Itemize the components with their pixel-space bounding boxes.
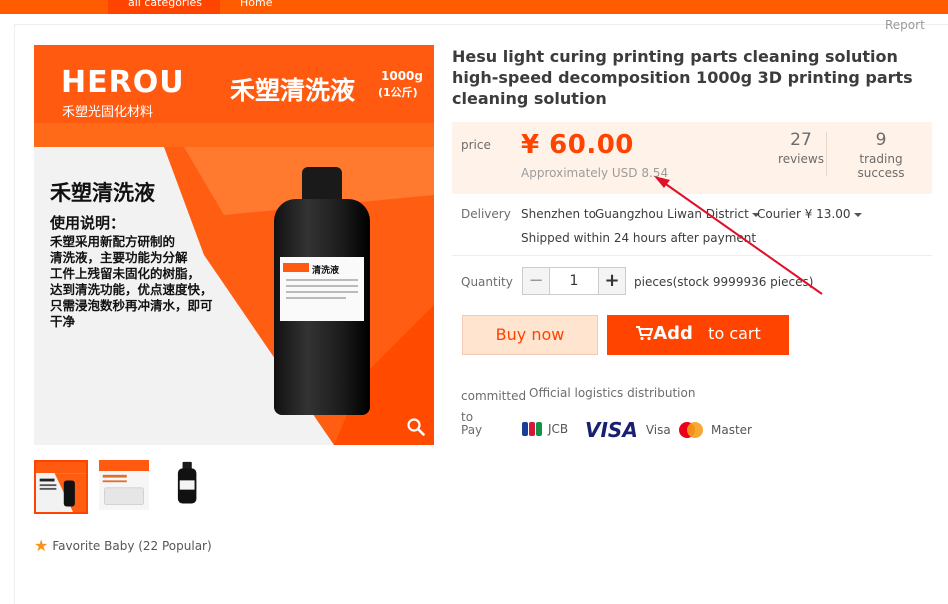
all-categories-tab[interactable]: all categories <box>108 0 220 14</box>
add-text: Add <box>653 323 693 344</box>
thumbnail-2[interactable] <box>99 460 153 514</box>
reviews-label: reviews <box>778 152 824 166</box>
courier-text: Courier ¥ 13.00 <box>757 207 851 221</box>
bottle-label: 清洗液 <box>312 266 340 276</box>
shipping-note: Shipped within 24 hours after payment <box>521 231 757 245</box>
thumbnail-1-art <box>36 462 86 512</box>
star-icon: ★ <box>34 536 49 555</box>
payment-master: Master <box>677 421 752 439</box>
favorite-row[interactable]: ★ Favorite Baby (22 Popular) <box>34 536 212 555</box>
favorite-text: Favorite Baby (22 Popular) <box>52 538 212 553</box>
banner-weight: 1000g <box>381 69 423 83</box>
banner-title: 禾塑清洗液 <box>230 76 356 105</box>
jcb-icon <box>522 422 542 436</box>
buy-now-button[interactable]: Buy now <box>462 315 598 355</box>
brand-logo: HEROU <box>61 65 185 100</box>
price-usd: Approximately USD 8.54 <box>521 166 669 180</box>
reviews-count: 27 <box>790 130 812 150</box>
price-label: price <box>461 138 491 152</box>
thumbnail-1[interactable] <box>34 460 88 514</box>
thumbnail-3[interactable] <box>164 460 218 514</box>
stat-divider <box>826 132 827 176</box>
stock-text: pieces(stock 9999936 pieces) <box>634 275 814 289</box>
delivery-from: Shenzhen to <box>521 207 596 221</box>
payment-visa: VISA Visa <box>585 418 671 442</box>
trades-stat: 9 trading success <box>835 130 927 180</box>
thumbnail-3-art <box>164 460 214 510</box>
image-heading: 禾塑清洗液 <box>50 181 155 205</box>
quantity-increase-button[interactable]: + <box>598 267 626 295</box>
jcb-label: JCB <box>548 422 569 436</box>
price-box: price ¥ 60.00 Approximately USD 8.54 27 … <box>452 122 932 194</box>
mastercard-icon <box>679 422 703 438</box>
payment-jcb: JCB <box>522 421 568 437</box>
report-link[interactable]: Report <box>885 18 925 32</box>
chevron-down-icon <box>853 212 862 217</box>
delivery-destination-select[interactable]: Guangzhou Liwan District <box>595 207 760 221</box>
commitment-value: Official logistics distribution <box>529 386 696 400</box>
usage-text: 禾塑采用新配方研制的 清洗液，主要功能为分解 工件上残留未固化的树脂， 达到清洗… <box>50 234 213 329</box>
home-link[interactable]: Home <box>240 0 272 14</box>
quantity-input[interactable]: 1 <box>549 267 599 295</box>
pay-label: Pay <box>461 423 483 437</box>
trades-count: 9 <box>875 130 887 150</box>
add-to-cart-button[interactable]: Add to cart <box>607 315 789 355</box>
main-product-image[interactable]: HEROU 禾塑光固化材料 禾塑清洗液 1000g (1公斤) 禾塑清洗液 使用… <box>34 45 434 445</box>
zoom-magnifier-icon[interactable] <box>406 417 426 437</box>
usage-title: 使用说明： <box>50 214 126 232</box>
quantity-decrease-button[interactable]: − <box>522 267 550 295</box>
quantity-label: Quantity <box>461 275 513 289</box>
delivery-destination-text: Guangzhou Liwan District <box>595 207 749 221</box>
master-label: Master <box>711 423 752 437</box>
reviews-stat[interactable]: 27 reviews <box>778 130 824 166</box>
bottle-image: 清洗液 <box>274 167 370 417</box>
delivery-label: Delivery <box>461 207 511 221</box>
cart-icon <box>636 326 654 341</box>
courier-select[interactable]: Courier ¥ 13.00 <box>757 207 862 221</box>
product-title: Hesu light curing printing parts cleanin… <box>452 47 913 108</box>
committed-label: committed to <box>461 389 527 424</box>
visa-logo: VISA <box>585 418 638 442</box>
price-value: ¥ 60.00 <box>521 130 634 160</box>
to-cart-text: to cart <box>708 324 761 343</box>
visa-label: Visa <box>645 423 671 437</box>
top-nav-bar: all categories Home <box>0 0 948 14</box>
trades-label: trading success <box>857 152 905 180</box>
thumbnail-2-art <box>99 460 149 510</box>
banner-weight-sub: (1公斤) <box>378 86 418 99</box>
brand-subtitle: 禾塑光固化材料 <box>62 105 154 120</box>
divider <box>452 255 932 256</box>
